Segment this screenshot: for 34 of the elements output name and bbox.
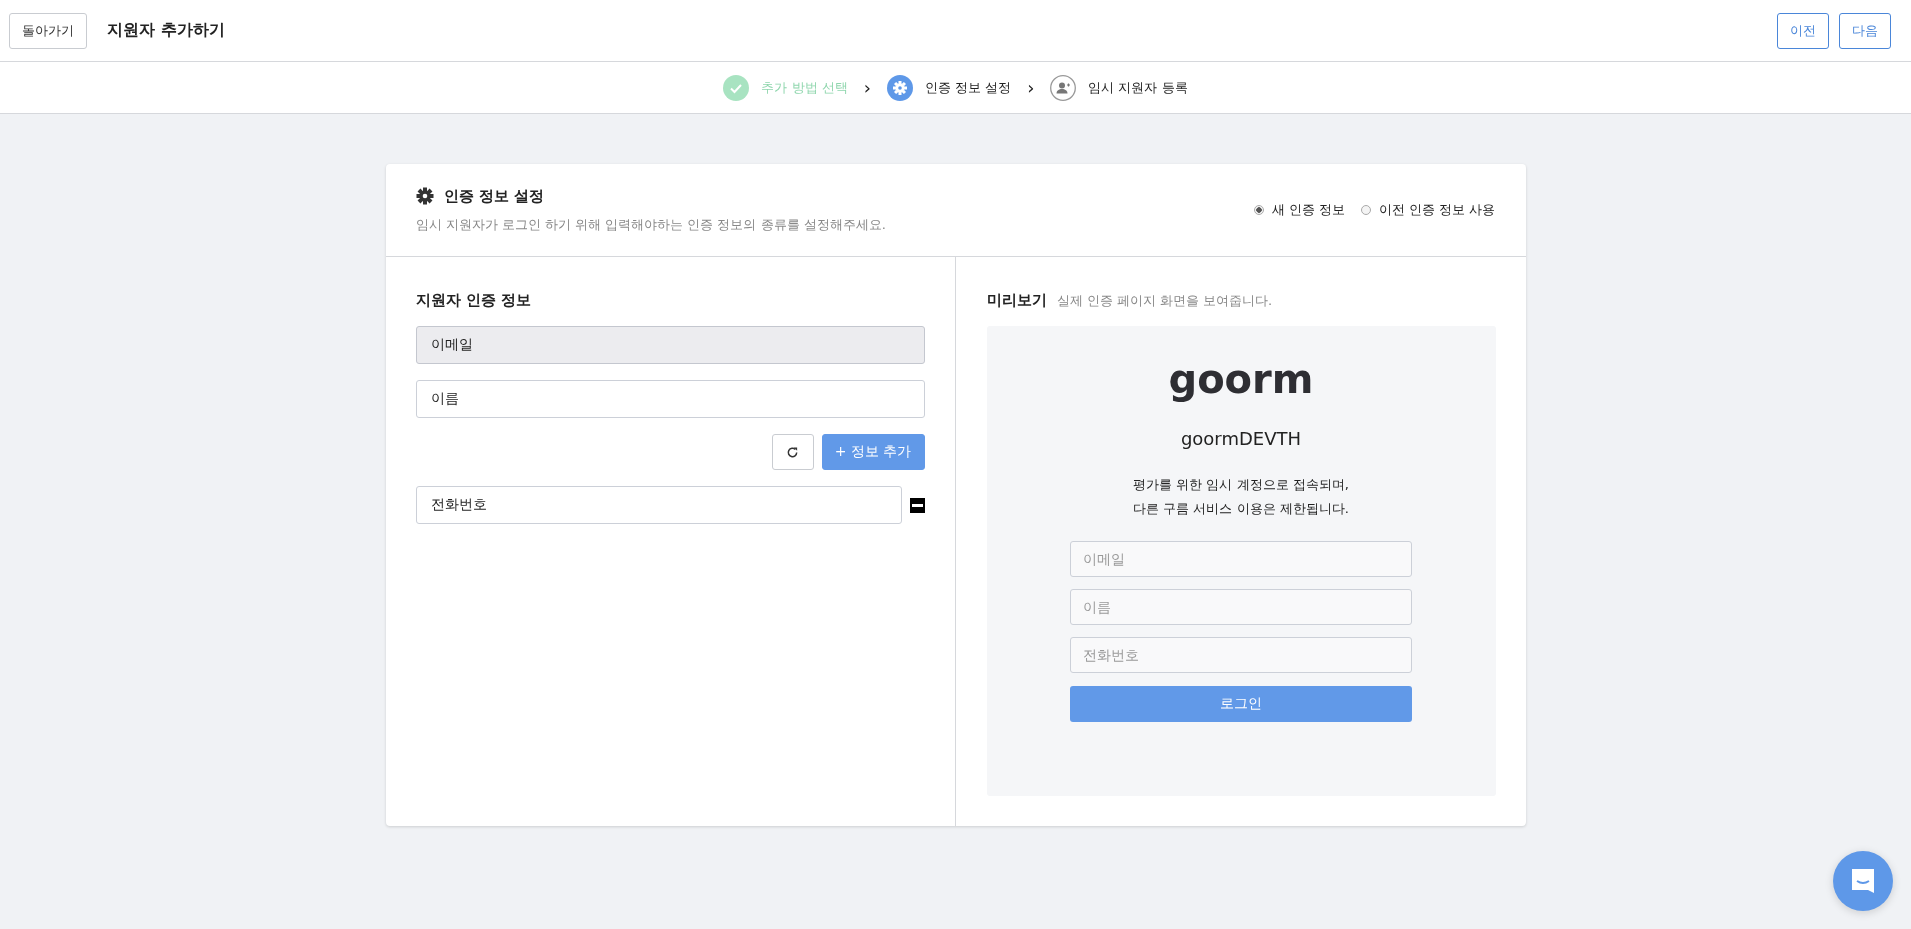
- section-title: 지원자 인증 정보: [415, 291, 532, 310]
- chevron-icon: ›: [1027, 77, 1035, 98]
- input-field[interactable]: 이메일: [1070, 541, 1412, 577]
- refresh-icon: [786, 445, 800, 459]
- section-subtitle: 실제 인증 페이지 화면을 보여줍니다.: [1056, 292, 1273, 310]
- organization-name: goormDEVTH: [1180, 428, 1302, 449]
- chat-button[interactable]: [1833, 851, 1893, 911]
- radio-option[interactable]: 이전 인증 정보 사용: [1361, 201, 1496, 219]
- check-icon: [723, 74, 750, 101]
- chat-icon: [1849, 867, 1877, 895]
- minus-icon[interactable]: [909, 497, 925, 513]
- step-label: 추가 방법 선택: [761, 78, 848, 97]
- input-field[interactable]: 전화번호: [1070, 637, 1412, 673]
- reset-button[interactable]: [771, 434, 814, 470]
- input-field[interactable]: 이름: [415, 380, 925, 418]
- radio-option[interactable]: 새 인증 정보: [1253, 201, 1346, 219]
- chevron-icon: ›: [863, 77, 871, 98]
- card-description: 임시 지원자가 로그인 하기 위해 입력해야하는 인증 정보의 종류를 설정해주세요.: [415, 215, 887, 234]
- gear-icon: [886, 74, 913, 101]
- notice-text: 다른 구름 서비스 이용은 제한됩니다.: [1133, 500, 1349, 518]
- step-label: 임시 지원자 등록: [1088, 78, 1188, 97]
- logo: goorm: [1168, 356, 1314, 402]
- back-button[interactable]: 돌아가기: [9, 12, 87, 49]
- page-title: 지원자 추가하기: [107, 20, 225, 41]
- user-icon: [1050, 74, 1077, 101]
- input-field[interactable]: 전화번호: [415, 486, 902, 524]
- input-field[interactable]: 이름: [1070, 589, 1412, 625]
- section-title: 미리보기: [986, 291, 1047, 310]
- previous-button[interactable]: 이전: [1777, 12, 1829, 49]
- next-button[interactable]: 다음: [1839, 12, 1891, 49]
- card-title: 인증 정보 설정: [443, 186, 544, 206]
- notice-text: 평가를 위한 임시 계정으로 접속되며,: [1133, 476, 1349, 494]
- step-label: 인증 정보 설정: [924, 78, 1012, 97]
- gear-icon: [415, 187, 434, 205]
